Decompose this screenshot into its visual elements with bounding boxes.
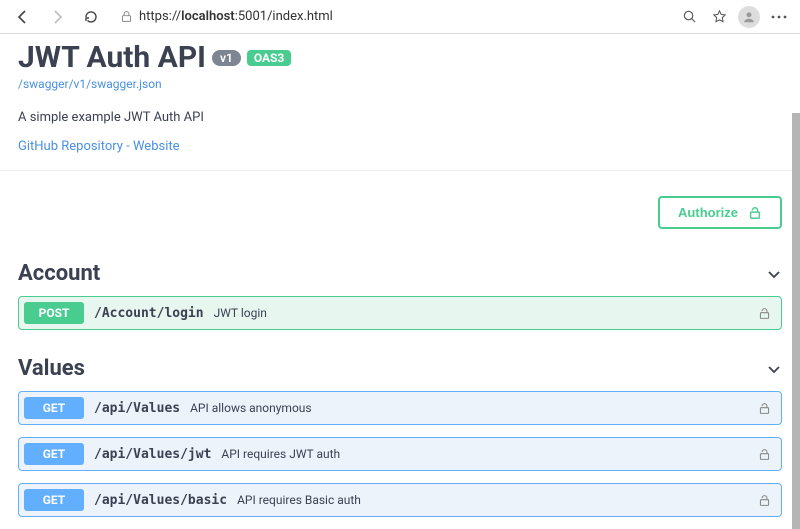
method-badge: GET xyxy=(24,443,84,465)
lock-icon xyxy=(758,307,771,320)
search-icon[interactable] xyxy=(678,6,700,28)
operation-row[interactable]: POST/Account/login JWT login xyxy=(18,296,782,330)
lock-icon xyxy=(758,402,771,415)
authorize-section: Authorize xyxy=(0,170,800,247)
authorize-label: Authorize xyxy=(678,205,738,220)
version-badge: v1 xyxy=(212,50,241,66)
chevron-down-icon xyxy=(766,361,782,377)
method-badge: GET xyxy=(24,489,84,511)
menu-icon[interactable] xyxy=(768,6,790,28)
method-badge: GET xyxy=(24,397,84,419)
section-header-values[interactable]: Values xyxy=(18,342,782,391)
scrollbar[interactable] xyxy=(792,113,800,529)
section-title: Account xyxy=(18,261,100,286)
method-badge: POST xyxy=(24,302,84,324)
operation-row[interactable]: GET/api/Values/basic API requires Basic a… xyxy=(18,483,782,517)
spec-link[interactable]: /swagger/v1/swagger.json xyxy=(18,77,162,91)
favorite-icon[interactable] xyxy=(708,6,730,28)
operation-row[interactable]: GET/api/Values API allows anonymous xyxy=(18,391,782,425)
api-description: A simple example JWT Auth API xyxy=(18,110,782,125)
section-header-account[interactable]: Account xyxy=(18,247,782,296)
endpoint-summary: API requires Basic auth xyxy=(237,493,361,507)
url-text: https://localhost:5001/index.html xyxy=(139,9,333,24)
endpoint-summary: API allows anonymous xyxy=(190,401,312,415)
forward-button[interactable] xyxy=(44,4,70,30)
endpoint-path: /api/Values xyxy=(94,401,180,416)
page-title: JWT Auth API xyxy=(18,40,206,75)
lock-icon xyxy=(758,494,771,507)
section-title: Values xyxy=(18,356,85,381)
endpoint-path: /Account/login xyxy=(94,306,204,321)
endpoint-path: /api/Values/jwt xyxy=(94,447,211,462)
profile-avatar[interactable] xyxy=(738,6,760,28)
external-link[interactable]: GitHub Repository - Website xyxy=(18,139,180,154)
lock-open-icon xyxy=(748,206,762,220)
endpoint-path: /api/Values/basic xyxy=(94,493,227,508)
authorize-button[interactable]: Authorize xyxy=(658,196,782,229)
back-button[interactable] xyxy=(10,4,36,30)
lock-icon xyxy=(758,448,771,461)
refresh-button[interactable] xyxy=(78,4,104,30)
browser-toolbar: https://localhost:5001/index.html xyxy=(0,0,800,34)
oas-badge: OAS3 xyxy=(247,50,292,66)
page-header: JWT Auth API v1 OAS3 /swagger/v1/swagger… xyxy=(0,34,800,170)
endpoint-summary: API requires JWT auth xyxy=(221,447,340,461)
endpoints-container: Account POST/Account/login JWT login Values… xyxy=(0,247,800,517)
endpoint-summary: JWT login xyxy=(214,306,267,320)
operation-row[interactable]: GET/api/Values/jwt API requires JWT auth xyxy=(18,437,782,471)
chevron-down-icon xyxy=(766,266,782,282)
url-bar[interactable]: https://localhost:5001/index.html xyxy=(112,9,670,24)
lock-icon xyxy=(120,10,133,23)
